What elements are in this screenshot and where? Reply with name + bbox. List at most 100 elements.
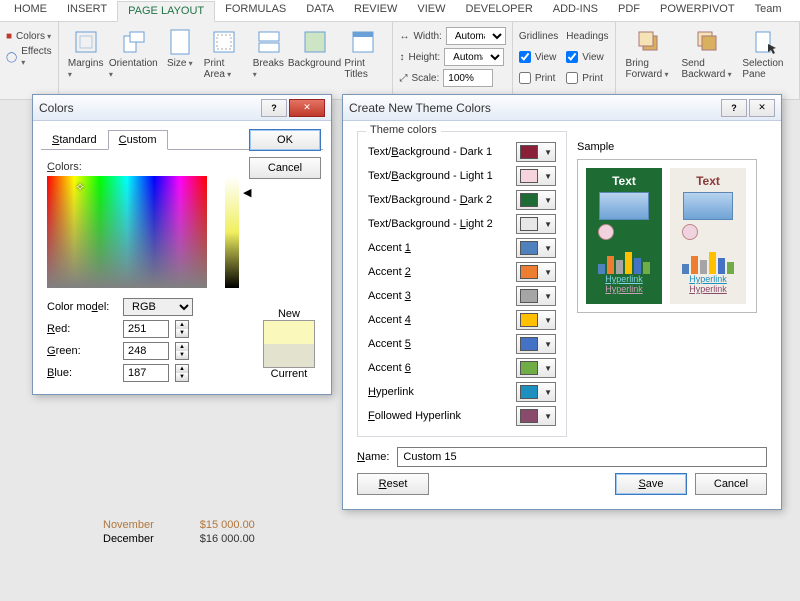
theme-color-picker[interactable]: ▼ xyxy=(516,214,556,234)
print-area-button[interactable]: Print Area xyxy=(200,26,249,82)
tab-powerpivot[interactable]: POWERPIVOT xyxy=(650,0,745,21)
name-label: Name: xyxy=(357,451,389,463)
tab-formulas[interactable]: FORMULAS xyxy=(215,0,296,21)
tab-home[interactable]: HOME xyxy=(4,0,57,21)
colors-help-button[interactable]: ? xyxy=(261,99,287,117)
selection-pane-button[interactable]: Selection Pane xyxy=(738,26,793,82)
height-label: ↕ xyxy=(399,52,404,63)
bring-forward-button[interactable]: Bring Forward xyxy=(622,26,678,82)
tab-developer[interactable]: DEVELOPER xyxy=(456,0,543,21)
theme-dialog-title: Create New Theme Colors xyxy=(349,101,719,115)
theme-color-picker[interactable]: ▼ xyxy=(516,358,556,378)
theme-color-picker[interactable]: ▼ xyxy=(516,310,556,330)
background-icon xyxy=(301,28,329,56)
gridlines-print-check[interactable] xyxy=(519,72,531,84)
theme-color-label: Text/Background - Dark 1 xyxy=(368,146,508,158)
scale-label: ⤢ xyxy=(399,73,407,84)
tab-team[interactable]: Team xyxy=(745,0,792,21)
colors-close-button[interactable]: ✕ xyxy=(289,99,325,117)
theme-color-label: Hyperlink xyxy=(368,386,508,398)
green-spinner[interactable]: ▲▼ xyxy=(175,342,189,360)
print-titles-button[interactable]: Print Titles xyxy=(340,26,386,82)
theme-color-picker[interactable]: ▼ xyxy=(516,334,556,354)
theme-color-picker[interactable]: ▼ xyxy=(516,286,556,306)
theme-color-picker[interactable]: ▼ xyxy=(516,382,556,402)
theme-color-row: Accent 6 ▼ xyxy=(368,356,556,380)
sample-preview: Text Hyperlink Hyperlink Text Hyperlink … xyxy=(577,159,757,313)
luminance-pointer-icon: ◀ xyxy=(243,186,251,199)
theme-color-picker[interactable]: ▼ xyxy=(516,406,556,426)
themes-effects[interactable]: ◯Effects xyxy=(6,47,52,67)
headings-view-check[interactable] xyxy=(566,51,578,63)
blue-input[interactable] xyxy=(123,364,169,382)
new-label: New xyxy=(263,308,315,320)
theme-color-picker[interactable]: ▼ xyxy=(516,166,556,186)
orientation-button[interactable]: Orientation xyxy=(107,26,160,82)
theme-color-label: Accent 6 xyxy=(368,362,508,374)
tab-addins[interactable]: ADD-INS xyxy=(543,0,608,21)
cell-november[interactable]: November xyxy=(100,518,157,532)
themes-colors[interactable]: ■Colors xyxy=(6,26,52,46)
color-model-select[interactable]: RGB xyxy=(123,298,193,316)
blue-spinner[interactable]: ▲▼ xyxy=(175,364,189,382)
theme-help-button[interactable]: ? xyxy=(721,99,747,117)
width-label: ↔ xyxy=(399,31,409,42)
headings-print-check[interactable] xyxy=(566,72,578,84)
tab-insert[interactable]: INSERT xyxy=(57,0,117,21)
cell-nov-val[interactable]: $15 000.00 xyxy=(197,518,258,532)
color-spectrum[interactable]: ✧ xyxy=(47,176,207,288)
theme-color-row: Hyperlink ▼ xyxy=(368,380,556,404)
colors-dialog: Colors ? ✕ Standard Custom OK Cancel Col… xyxy=(32,94,332,395)
theme-color-row: Accent 5 ▼ xyxy=(368,332,556,356)
red-label: Red: xyxy=(47,323,117,335)
theme-color-row: Text/Background - Dark 2▼ xyxy=(368,188,556,212)
tab-custom[interactable]: Custom xyxy=(108,130,168,150)
send-backward-button[interactable]: Send Backward xyxy=(677,26,738,82)
green-input[interactable] xyxy=(123,342,169,360)
size-button[interactable]: Size xyxy=(160,26,200,71)
margins-button[interactable]: Margins xyxy=(65,26,107,82)
tab-pdf[interactable]: PDF xyxy=(608,0,650,21)
selection-pane-icon xyxy=(752,28,780,56)
scale-input[interactable] xyxy=(443,69,493,87)
gridlines-header: Gridlines xyxy=(519,26,558,46)
tab-standard[interactable]: Standard xyxy=(41,130,108,150)
tab-page-layout[interactable]: PAGE LAYOUT xyxy=(117,1,215,22)
theme-color-label: Accent 4 xyxy=(368,314,508,326)
theme-colors-dialog: Create New Theme Colors ? ✕ Theme colors… xyxy=(342,94,782,510)
cell-december[interactable]: December xyxy=(100,532,157,546)
crosshair-icon: ✧ xyxy=(75,180,85,194)
breaks-icon xyxy=(255,28,283,56)
theme-color-row: Followed Hyperlink▼ xyxy=(368,404,556,428)
theme-colors-group-title: Theme colors xyxy=(366,124,441,136)
red-input[interactable] xyxy=(123,320,169,338)
theme-color-row: Accent 3 ▼ xyxy=(368,284,556,308)
cancel-button[interactable]: Cancel xyxy=(695,473,767,495)
colors-ok-button[interactable]: OK xyxy=(249,129,321,151)
theme-color-row: Text/Background - Light 1▼ xyxy=(368,164,556,188)
theme-color-picker[interactable]: ▼ xyxy=(516,262,556,282)
theme-color-label: Accent 1 xyxy=(368,242,508,254)
gridlines-view-check[interactable] xyxy=(519,51,531,63)
theme-color-row: Text/Background - Light 2▼ xyxy=(368,212,556,236)
theme-name-input[interactable] xyxy=(397,447,767,467)
red-spinner[interactable]: ▲▼ xyxy=(175,320,189,338)
save-button[interactable]: Save xyxy=(615,473,687,495)
new-current-swatch xyxy=(263,320,315,368)
tab-view[interactable]: VIEW xyxy=(407,0,455,21)
reset-button[interactable]: Reset xyxy=(357,473,429,495)
tab-data[interactable]: DATA xyxy=(296,0,344,21)
width-select[interactable]: Automatic xyxy=(446,27,506,45)
theme-color-picker[interactable]: ▼ xyxy=(516,190,556,210)
tab-review[interactable]: REVIEW xyxy=(344,0,407,21)
cell-dec-val[interactable]: $16 000.00 xyxy=(197,532,258,546)
theme-color-label: Accent 5 xyxy=(368,338,508,350)
theme-color-picker[interactable]: ▼ xyxy=(516,142,556,162)
theme-color-label: Accent 3 xyxy=(368,290,508,302)
breaks-button[interactable]: Breaks xyxy=(249,26,289,82)
height-select[interactable]: Automatic xyxy=(444,48,504,66)
theme-color-picker[interactable]: ▼ xyxy=(516,238,556,258)
theme-close-button[interactable]: ✕ xyxy=(749,99,775,117)
background-button[interactable]: Background xyxy=(289,26,341,71)
luminance-bar[interactable] xyxy=(225,176,239,288)
